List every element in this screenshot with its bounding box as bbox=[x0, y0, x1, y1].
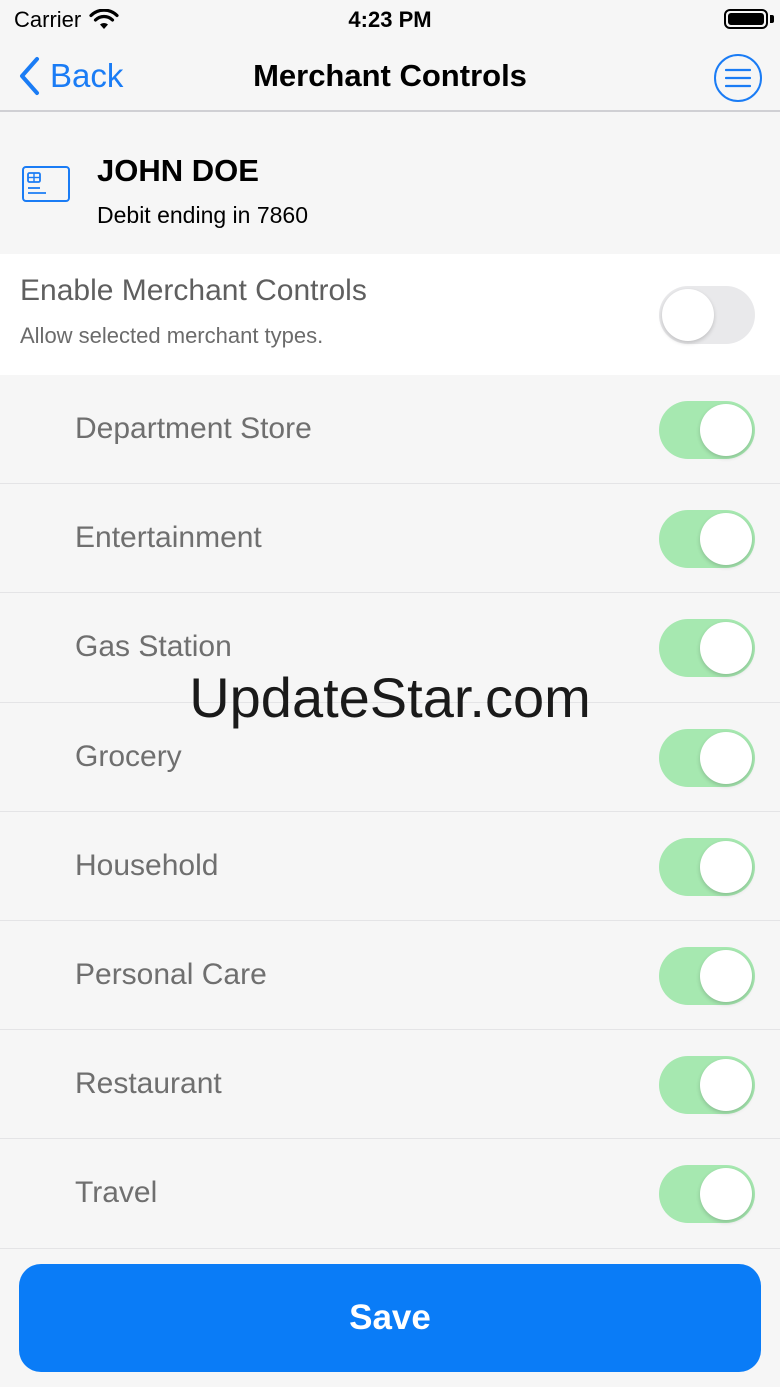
toggle-knob bbox=[700, 1059, 752, 1112]
merchant-label: Gas Station bbox=[75, 630, 232, 664]
navigation-bar: Back Merchant Controls bbox=[0, 40, 780, 112]
status-time: 4:23 PM bbox=[348, 7, 432, 32]
enable-subtitle: Allow selected merchant types. bbox=[20, 323, 324, 348]
menu-button[interactable] bbox=[714, 54, 762, 102]
merchant-row-travel: Travel bbox=[0, 1139, 780, 1249]
toggle-knob bbox=[700, 731, 752, 784]
toggle-restaurant[interactable] bbox=[659, 1056, 755, 1115]
toggle-knob bbox=[700, 840, 752, 893]
enable-merchant-controls-toggle[interactable] bbox=[659, 286, 755, 344]
merchant-row-entertainment: Entertainment bbox=[0, 484, 780, 594]
toggle-personal-care[interactable] bbox=[659, 946, 755, 1005]
merchant-label: Restaurant bbox=[75, 1067, 222, 1101]
card-holder-name: JOHN DOE bbox=[97, 153, 259, 188]
merchant-list: Department Store Entertainment Gas Stati… bbox=[0, 375, 780, 1249]
card-description: Debit ending in 7860 bbox=[97, 202, 308, 228]
status-bar: Carrier 4:23 PM bbox=[0, 0, 780, 40]
enable-merchant-controls-row: Enable Merchant Controls Allow selected … bbox=[0, 254, 780, 375]
toggle-gas-station[interactable] bbox=[659, 619, 755, 678]
card-summary: JOHN DOE Debit ending in 7860 bbox=[0, 113, 780, 254]
toggle-grocery[interactable] bbox=[659, 728, 755, 787]
merchant-label: Grocery bbox=[75, 739, 182, 773]
card-icon bbox=[22, 166, 70, 202]
merchant-row-gas-station: Gas Station bbox=[0, 593, 780, 703]
merchant-row-department-store: Department Store bbox=[0, 375, 780, 485]
toggle-knob bbox=[700, 1168, 752, 1221]
toggle-knob bbox=[700, 513, 752, 566]
merchant-row-personal-care: Personal Care bbox=[0, 921, 780, 1031]
toggle-knob bbox=[700, 404, 752, 456]
merchant-row-grocery: Grocery bbox=[0, 703, 780, 812]
page-title: Merchant Controls bbox=[253, 58, 527, 93]
enable-title: Enable Merchant Controls bbox=[20, 274, 367, 307]
toggle-travel[interactable] bbox=[659, 1165, 755, 1224]
toggle-household[interactable] bbox=[659, 837, 755, 896]
merchant-row-household: Household bbox=[0, 812, 780, 921]
toggle-department-store[interactable] bbox=[659, 401, 755, 459]
merchant-label: Household bbox=[75, 848, 219, 882]
save-button[interactable]: Save bbox=[19, 1264, 761, 1372]
merchant-label: Personal Care bbox=[75, 957, 267, 991]
toggle-knob bbox=[700, 949, 752, 1002]
merchant-label: Department Store bbox=[75, 412, 312, 445]
menu-lines-icon bbox=[725, 68, 751, 88]
toggle-entertainment[interactable] bbox=[659, 510, 755, 569]
battery-icon bbox=[724, 9, 768, 29]
toggle-knob bbox=[662, 289, 714, 341]
merchant-label: Entertainment bbox=[75, 521, 262, 555]
battery-tip bbox=[770, 15, 774, 23]
toggle-knob bbox=[700, 622, 752, 675]
merchant-row-restaurant: Restaurant bbox=[0, 1030, 780, 1140]
merchant-label: Travel bbox=[75, 1176, 158, 1210]
